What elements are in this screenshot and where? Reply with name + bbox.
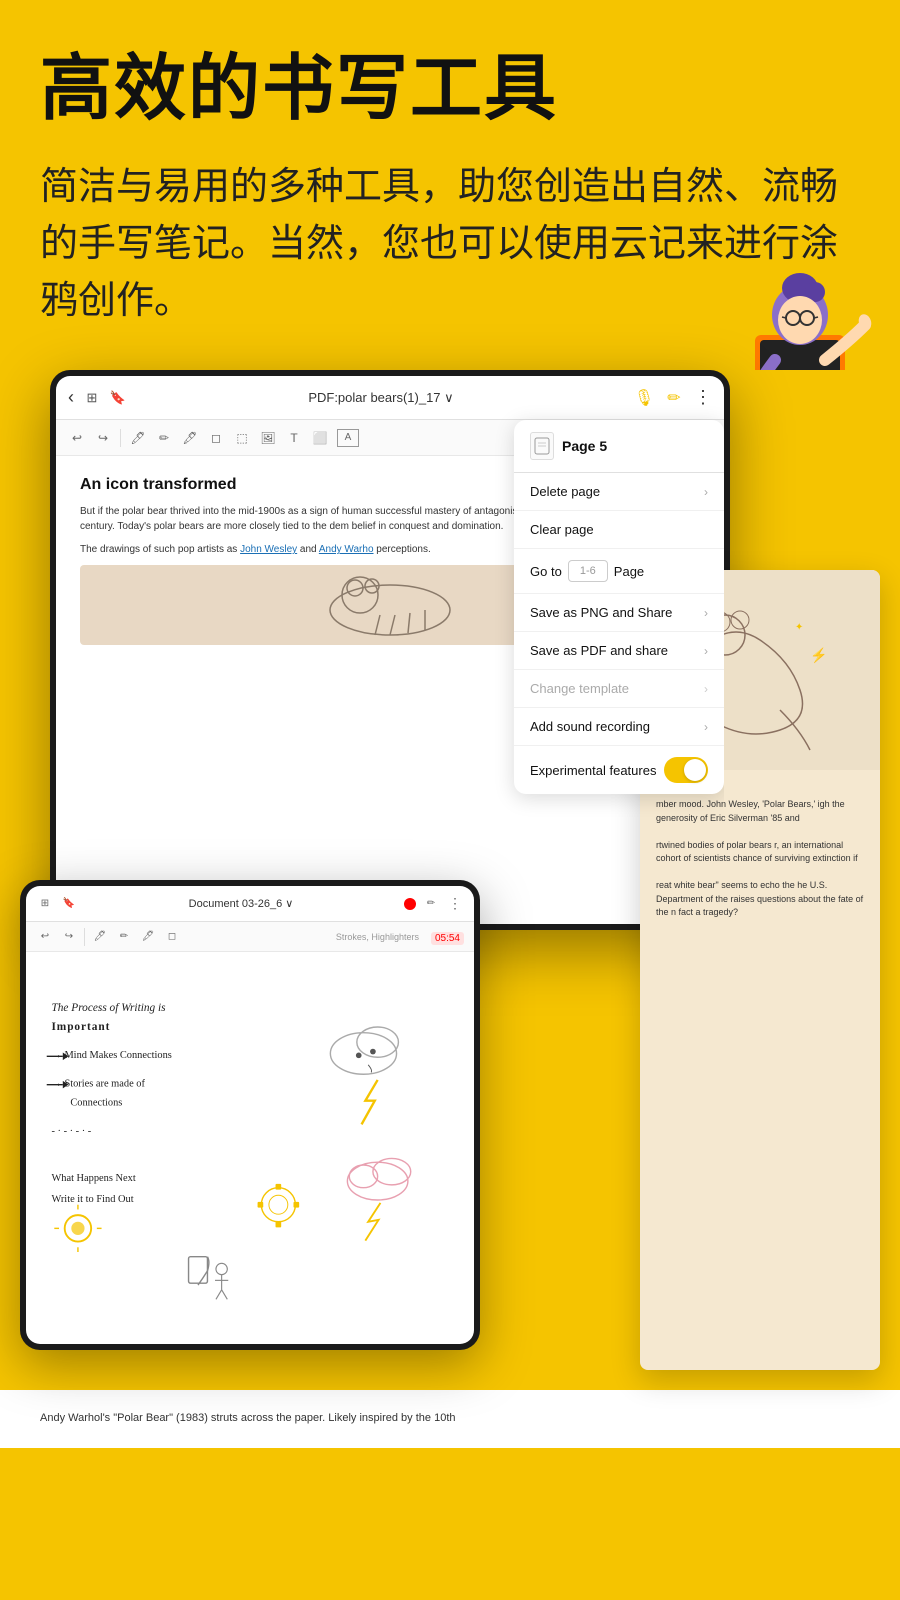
bottom-text: Andy Warhol's "Polar Bear" (1983) struts… xyxy=(40,1410,860,1428)
undo-icon[interactable]: ↩ xyxy=(68,429,86,447)
bt-brush[interactable]: 🖊 xyxy=(91,928,109,946)
text-recognize-icon[interactable]: A xyxy=(337,429,359,447)
andy-warhol-link[interactable]: Andy Warho xyxy=(319,544,374,555)
shape-icon[interactable]: ⬜ xyxy=(311,429,329,447)
mic-icon[interactable]: 🎙 xyxy=(634,388,654,408)
bottom-doc-title[interactable]: Document 03-26_6 ∨ xyxy=(84,897,398,910)
brush-icon[interactable]: 🖊 xyxy=(129,429,147,447)
change-template-chevron-icon: › xyxy=(704,682,708,696)
save-pdf-chevron-icon: › xyxy=(704,644,708,658)
back-button[interactable]: ‹ xyxy=(68,387,74,408)
redo-icon[interactable]: ↪ xyxy=(94,429,112,447)
svg-text:- · - · - · -: - · - · - · - xyxy=(51,1126,91,1137)
tablet-main: ‹ ⊞ 🔖 PDF:polar bears(1)_17 ∨ 🎙 ✏ ⋮ ↩ ↪ … xyxy=(50,370,730,930)
clear-page-label: Clear page xyxy=(530,522,594,537)
context-menu: Page 5 Delete page › Clear page Go xyxy=(514,420,724,794)
more-options-button[interactable]: ⋮ xyxy=(694,387,712,408)
experimental-features-item[interactable]: Experimental features xyxy=(514,746,724,794)
add-recording-label: Add sound recording xyxy=(530,719,650,734)
toolbar-right-icons: 🎙 ✏ ⋮ xyxy=(634,387,712,408)
highlighter-icon[interactable]: 🖋 xyxy=(181,429,199,447)
delete-page-item[interactable]: Delete page › xyxy=(514,473,724,511)
menu-header: Page 5 xyxy=(514,420,724,473)
pdf-caption-2: rtwined bodies of polar bears r, an inte… xyxy=(656,839,864,866)
bt-eraser[interactable]: ◻ xyxy=(163,928,181,946)
page-icon xyxy=(530,432,554,460)
goto-input[interactable] xyxy=(568,560,608,582)
tablet-screen: ‹ ⊞ 🔖 PDF:polar bears(1)_17 ∨ 🎙 ✏ ⋮ ↩ ↪ … xyxy=(56,376,724,924)
hero-title: 高效的书写工具 xyxy=(40,50,860,129)
bt-highlighter[interactable]: 🖋 xyxy=(139,928,157,946)
goto-label: Go to xyxy=(530,564,562,579)
svg-text:Write it to Find Out: Write it to Find Out xyxy=(51,1194,133,1205)
pen-highlight-icon[interactable]: ✏ xyxy=(664,388,684,408)
timer-display: 05:54 xyxy=(431,932,464,945)
pencil-icon[interactable]: ✏ xyxy=(155,429,173,447)
svg-text:Important: Important xyxy=(51,1021,110,1033)
svg-text:⚡: ⚡ xyxy=(810,647,827,664)
change-template-item: Change template › xyxy=(514,670,724,708)
bt-bookmark-icon[interactable]: 🔖 xyxy=(60,895,78,913)
experimental-label: Experimental features xyxy=(530,763,656,778)
record-indicator xyxy=(404,898,416,910)
text-box-icon[interactable]: T xyxy=(285,429,303,447)
goto-container: Go to Page xyxy=(530,560,644,582)
svg-text:→ Mind Makes Connections: → Mind Makes Connections xyxy=(51,1050,171,1061)
save-png-label: Save as PNG and Share xyxy=(530,605,672,620)
john-wesley-link[interactable]: John Wesley xyxy=(240,544,297,555)
grid-icon[interactable]: ⊞ xyxy=(82,388,102,408)
bt-redo[interactable]: ↪ xyxy=(60,928,78,946)
tablet-bottom-screen: ⊞ 🔖 Document 03-26_6 ∨ ✏ ⋮ ↩ ↪ 🖊 ✏ 🖋 ◻ S… xyxy=(26,886,474,1344)
clear-page-item[interactable]: Clear page xyxy=(514,511,724,549)
devices-area: ‹ ⊞ 🔖 PDF:polar bears(1)_17 ∨ 🎙 ✏ ⋮ ↩ ↪ … xyxy=(0,370,900,1380)
bt-pencil[interactable]: ✏ xyxy=(115,928,133,946)
menu-page-title: Page 5 xyxy=(562,438,607,454)
strokes-label: Strokes, Highlighters xyxy=(336,932,419,942)
delete-chevron-icon: › xyxy=(704,485,708,499)
bookmark-icon[interactable]: 🔖 xyxy=(108,388,128,408)
pdf-text-content: mber mood. John Wesley, 'Polar Bears,' i… xyxy=(640,782,880,936)
change-template-label: Change template xyxy=(530,681,629,696)
bottom-content-area: Andy Warhol's "Polar Bear" (1983) struts… xyxy=(0,1390,900,1448)
page-label: Page xyxy=(614,564,644,579)
lasso-icon[interactable]: ⬚ xyxy=(233,429,251,447)
bt-separator xyxy=(84,928,85,946)
document-content-area: An icon transformed But if the polar bea… xyxy=(56,456,724,924)
bt-undo[interactable]: ↩ xyxy=(36,928,54,946)
bottom-drawing-toolbar: ↩ ↪ 🖊 ✏ 🖋 ◻ Strokes, Highlighters 05:54 xyxy=(26,922,474,952)
goto-page-item: Go to Page xyxy=(514,549,724,594)
main-toolbar: ‹ ⊞ 🔖 PDF:polar bears(1)_17 ∨ 🎙 ✏ ⋮ xyxy=(56,376,724,420)
toolbar-left-icons: ⊞ 🔖 xyxy=(82,388,128,408)
svg-text:Connections: Connections xyxy=(70,1098,122,1109)
bt-grid-icon[interactable]: ⊞ xyxy=(36,895,54,913)
pdf-caption-1: mber mood. John Wesley, 'Polar Bears,' i… xyxy=(656,798,864,825)
save-png-item[interactable]: Save as PNG and Share › xyxy=(514,594,724,632)
toggle-knob xyxy=(684,759,706,781)
document-title[interactable]: PDF:polar bears(1)_17 ∨ xyxy=(136,390,626,406)
hero-section: 高效的书写工具 简洁与易用的多种工具，助您创造出自然、流畅的手写笔记。当然，您也… xyxy=(0,0,900,370)
delete-page-label: Delete page xyxy=(530,484,600,499)
handwriting-svg: The Process of Writing is Important → Mi… xyxy=(42,962,458,1334)
eraser-icon[interactable]: ◻ xyxy=(207,429,225,447)
add-recording-chevron-icon: › xyxy=(704,720,708,734)
add-recording-item[interactable]: Add sound recording › xyxy=(514,708,724,746)
experimental-toggle[interactable] xyxy=(664,757,708,783)
tablet-bottom: ⊞ 🔖 Document 03-26_6 ∨ ✏ ⋮ ↩ ↪ 🖊 ✏ 🖋 ◻ S… xyxy=(20,880,480,1350)
timer-container: 05:54 xyxy=(431,928,464,946)
save-pdf-item[interactable]: Save as PDF and share › xyxy=(514,632,724,670)
save-pdf-label: Save as PDF and share xyxy=(530,643,668,658)
image-icon[interactable]: 🖼 xyxy=(259,429,277,447)
svg-text:What Happens Next: What Happens Next xyxy=(51,1173,135,1184)
save-png-chevron-icon: › xyxy=(704,606,708,620)
pdf-caption-3: reat white bear" seems to echo the he U.… xyxy=(656,879,864,920)
svg-text:✦: ✦ xyxy=(795,622,803,633)
handwriting-content: The Process of Writing is Important → Mi… xyxy=(26,952,474,1344)
toolbar-separator xyxy=(120,429,121,447)
bottom-toolbar: ⊞ 🔖 Document 03-26_6 ∨ ✏ ⋮ xyxy=(26,886,474,922)
bt-more-icon[interactable]: ⋮ xyxy=(446,895,464,913)
svg-text:The Process of Writing is: The Process of Writing is xyxy=(51,1002,166,1014)
bt-pen-icon[interactable]: ✏ xyxy=(422,895,440,913)
